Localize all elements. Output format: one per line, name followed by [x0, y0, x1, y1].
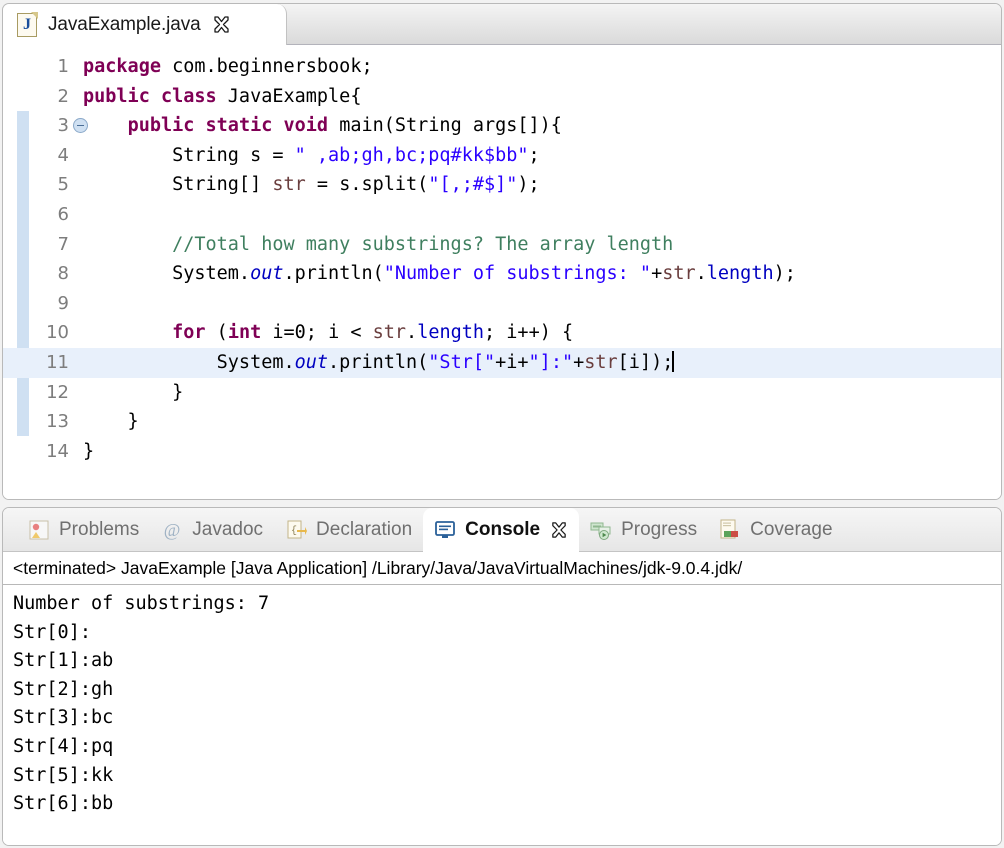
- code-line-text: }: [83, 381, 184, 403]
- code-lines: 1 package com.beginnersbook; 2 public class…: [3, 52, 1001, 466]
- code-line[interactable]: 8 System.out.println("Number of substrin…: [3, 259, 1001, 289]
- code-line[interactable]: 1 package com.beginnersbook;: [3, 52, 1001, 82]
- tab-coverage[interactable]: Coverage: [708, 508, 843, 552]
- code-line-text: String[] str = s.split("[,;#$]");: [83, 174, 540, 196]
- svg-text:@: @: [164, 520, 181, 540]
- code-line[interactable]: 14}: [3, 437, 1001, 467]
- code-line[interactable]: 10 for (int i=0; i < str.length; i++) {: [3, 318, 1001, 348]
- line-number: 11: [46, 351, 69, 373]
- code-line-text: System.out.println("Str["+i+"]:"+str[i])…: [83, 350, 674, 373]
- console-output: Number of substrings: 7 Str[0]: Str[1]:ab S…: [3, 585, 1001, 819]
- tab-label: Javadoc: [192, 518, 264, 540]
- line-number: 4: [57, 144, 69, 166]
- code-line[interactable]: 3 public static void main(String args[])…: [3, 111, 1001, 141]
- line-number: 9: [57, 292, 69, 314]
- tab-javadoc[interactable]: @ Javadoc: [150, 508, 274, 552]
- editor-tab-bar: J JavaExample.java: [3, 4, 1001, 45]
- tab-progress[interactable]: Progress: [579, 508, 708, 552]
- code-line-text: package com.beginnersbook;: [83, 56, 373, 77]
- coverage-icon: [719, 519, 741, 541]
- code-line-text: //Total how many substrings? The array l…: [83, 233, 674, 255]
- eclipse-ide-window: J JavaExample.java 1 package com.beginner…: [0, 0, 1004, 848]
- declaration-icon: {: [285, 519, 308, 541]
- line-number: 5: [57, 174, 69, 196]
- console-output-line: Str[3]:bc: [13, 707, 114, 729]
- tab-console[interactable]: Console: [423, 508, 580, 552]
- problems-icon: [28, 519, 50, 541]
- console-output-line: Str[2]:gh: [13, 678, 114, 700]
- java-file-icon-letter: J: [23, 15, 31, 33]
- line-number: 6: [57, 203, 69, 225]
- code-line-text: public static void main(String args[]){: [127, 115, 562, 137]
- code-line[interactable]: 6: [3, 200, 1001, 230]
- line-number: 3: [57, 115, 69, 137]
- console-body[interactable]: <terminated> JavaExample [Java Applicati…: [3, 552, 1001, 845]
- code-line[interactable]: 12 }: [3, 378, 1001, 408]
- bottom-view-tab-bar: Problems @ Javadoc { Declaration Console Progr…: [3, 508, 1001, 552]
- line-number: 14: [46, 440, 69, 462]
- code-line-text: for (int i=0; i < str.length; i++) {: [172, 322, 574, 344]
- line-number: 12: [46, 381, 69, 403]
- at-sign-icon: @: [161, 519, 183, 541]
- code-line-text: }: [83, 411, 139, 433]
- code-line[interactable]: 5 String[] str = s.split("[,;#$]");: [3, 170, 1001, 200]
- tab-label: Progress: [621, 518, 698, 540]
- code-line[interactable]: 7 //Total how many substrings? The array…: [3, 230, 1001, 260]
- line-number: 13: [46, 411, 69, 433]
- tab-label: Console: [465, 518, 541, 540]
- console-output-line: Str[4]:pq: [13, 735, 114, 757]
- line-number: 2: [57, 85, 69, 107]
- tab-label: Coverage: [750, 518, 833, 540]
- console-output-line: Str[5]:kk: [13, 764, 114, 786]
- close-icon[interactable]: [550, 521, 568, 539]
- code-line-text: public class JavaExample{: [83, 85, 362, 107]
- tab-label: Declaration: [316, 518, 413, 540]
- java-file-icon: J: [17, 11, 38, 37]
- bottom-view-panel: Problems @ Javadoc { Declaration Console Progr…: [2, 507, 1002, 846]
- svg-text:{: {: [291, 525, 297, 537]
- console-icon: [434, 519, 456, 541]
- tab-label: Problems: [59, 518, 140, 540]
- editor-panel: J JavaExample.java 1 package com.beginner…: [2, 3, 1002, 500]
- code-line[interactable]: 2 public class JavaExample{: [3, 82, 1001, 112]
- code-line[interactable]: 13 }: [3, 407, 1001, 437]
- line-number: 7: [57, 233, 69, 255]
- close-icon[interactable]: [212, 15, 231, 34]
- line-number: 1: [57, 56, 69, 77]
- code-line-text: System.out.println("Number of substrings…: [83, 263, 796, 285]
- code-line-text: }: [83, 440, 95, 462]
- code-editor-area[interactable]: 1 package com.beginnersbook; 2 public class…: [3, 45, 1001, 499]
- progress-icon: [590, 519, 612, 541]
- code-line-text: String s = " ,ab;gh,bc;pq#kk$bb";: [83, 144, 540, 166]
- console-output-line: Str[1]:ab: [13, 650, 114, 672]
- console-output-line: Number of substrings: 7: [13, 593, 270, 614]
- line-number: 10: [46, 322, 69, 344]
- console-output-line: Str[6]:bb: [13, 793, 114, 815]
- text-cursor: [672, 350, 674, 372]
- editor-tab-javaexample[interactable]: J JavaExample.java: [3, 4, 287, 45]
- code-line[interactable]: 11 System.out.println("Str["+i+"]:"+str[…: [3, 347, 1001, 378]
- tab-problems[interactable]: Problems: [17, 508, 150, 552]
- console-launch-line: <terminated> JavaExample [Java Applicati…: [3, 552, 1001, 585]
- console-output-line: Str[0]:: [13, 621, 91, 643]
- tab-declaration[interactable]: { Declaration: [274, 508, 423, 552]
- code-line[interactable]: 4 String s = " ,ab;gh,bc;pq#kk$bb";: [3, 141, 1001, 171]
- code-line[interactable]: 9: [3, 289, 1001, 319]
- line-number: 8: [57, 263, 69, 285]
- editor-tab-label: JavaExample.java: [48, 13, 201, 35]
